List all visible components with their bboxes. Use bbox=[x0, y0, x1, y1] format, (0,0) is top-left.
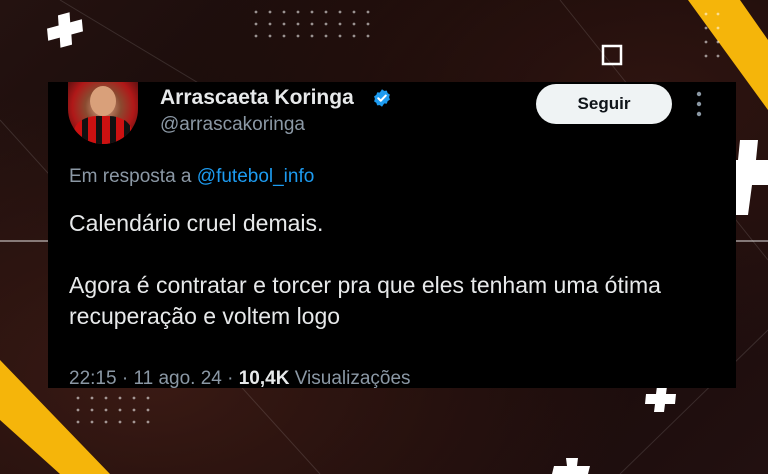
meta-separator: · bbox=[121, 368, 129, 389]
tweet-paragraph: Agora é contratar e torcer pra que eles … bbox=[69, 272, 661, 329]
square-outline-icon bbox=[601, 44, 623, 66]
tweet-paragraph: Calendário cruel demais. bbox=[69, 210, 324, 236]
author-name[interactable]: Arrascaeta Koringa bbox=[160, 86, 354, 110]
follow-button[interactable]: Seguir bbox=[536, 84, 672, 124]
tweet-meta: 22:15 · 11 ago. 24 · 10,4K Visualizações bbox=[69, 368, 411, 390]
meta-separator: · bbox=[227, 368, 234, 389]
views-count: 10,4K bbox=[238, 368, 290, 389]
author-handle[interactable]: @arrascakoringa bbox=[160, 114, 305, 136]
reply-mention-link[interactable]: @futebol_info bbox=[197, 166, 315, 187]
avatar-shirt bbox=[74, 116, 132, 144]
avatar-face bbox=[90, 86, 116, 116]
tweet-date[interactable]: 11 ago. 24 bbox=[133, 368, 221, 389]
views-label: Visualizações bbox=[294, 368, 411, 389]
avatar[interactable] bbox=[68, 82, 138, 144]
reply-context: Em resposta a @futebol_info bbox=[69, 166, 314, 188]
reply-prefix: Em resposta a bbox=[69, 166, 192, 187]
tweet-time[interactable]: 22:15 bbox=[69, 368, 117, 389]
verified-badge-icon bbox=[374, 89, 390, 107]
tweet-card: Arrascaeta Koringa @arrascakoringa Segui… bbox=[48, 82, 736, 390]
more-vertical-icon[interactable] bbox=[694, 90, 704, 118]
tweet-text: Calendário cruel demais. Agora é contrat… bbox=[69, 208, 719, 332]
